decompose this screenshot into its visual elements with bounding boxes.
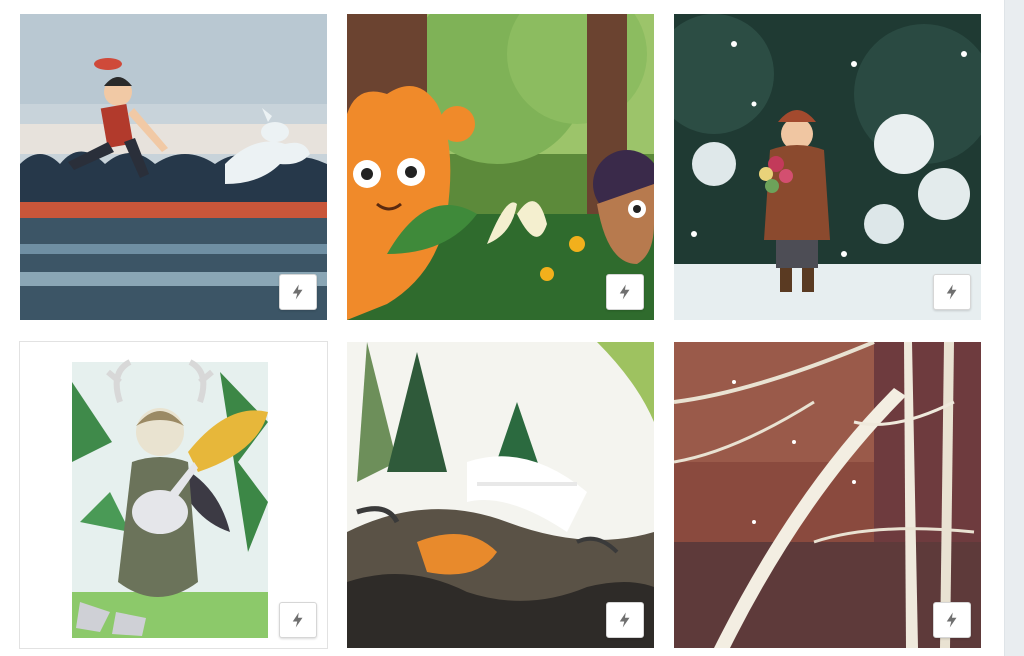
quick-action-button[interactable] <box>606 602 644 638</box>
gallery-item[interactable] <box>347 342 654 648</box>
scroll-rail[interactable] <box>1004 0 1024 656</box>
gallery-item[interactable] <box>674 342 981 648</box>
quick-action-button[interactable] <box>606 274 644 310</box>
lightning-bolt-icon <box>292 284 303 300</box>
gallery-item[interactable] <box>347 14 654 320</box>
lightning-bolt-icon <box>946 284 957 300</box>
lightning-bolt-icon <box>619 284 630 300</box>
gallery-item[interactable] <box>674 14 981 320</box>
quick-action-button[interactable] <box>279 602 317 638</box>
quick-action-button[interactable] <box>279 274 317 310</box>
lightning-bolt-icon <box>619 612 630 628</box>
quick-action-button[interactable] <box>933 274 971 310</box>
gallery-item[interactable] <box>20 14 327 320</box>
lightning-bolt-icon <box>946 612 957 628</box>
lightning-bolt-icon <box>292 612 303 628</box>
gallery-item[interactable] <box>19 341 328 649</box>
quick-action-button[interactable] <box>933 602 971 638</box>
